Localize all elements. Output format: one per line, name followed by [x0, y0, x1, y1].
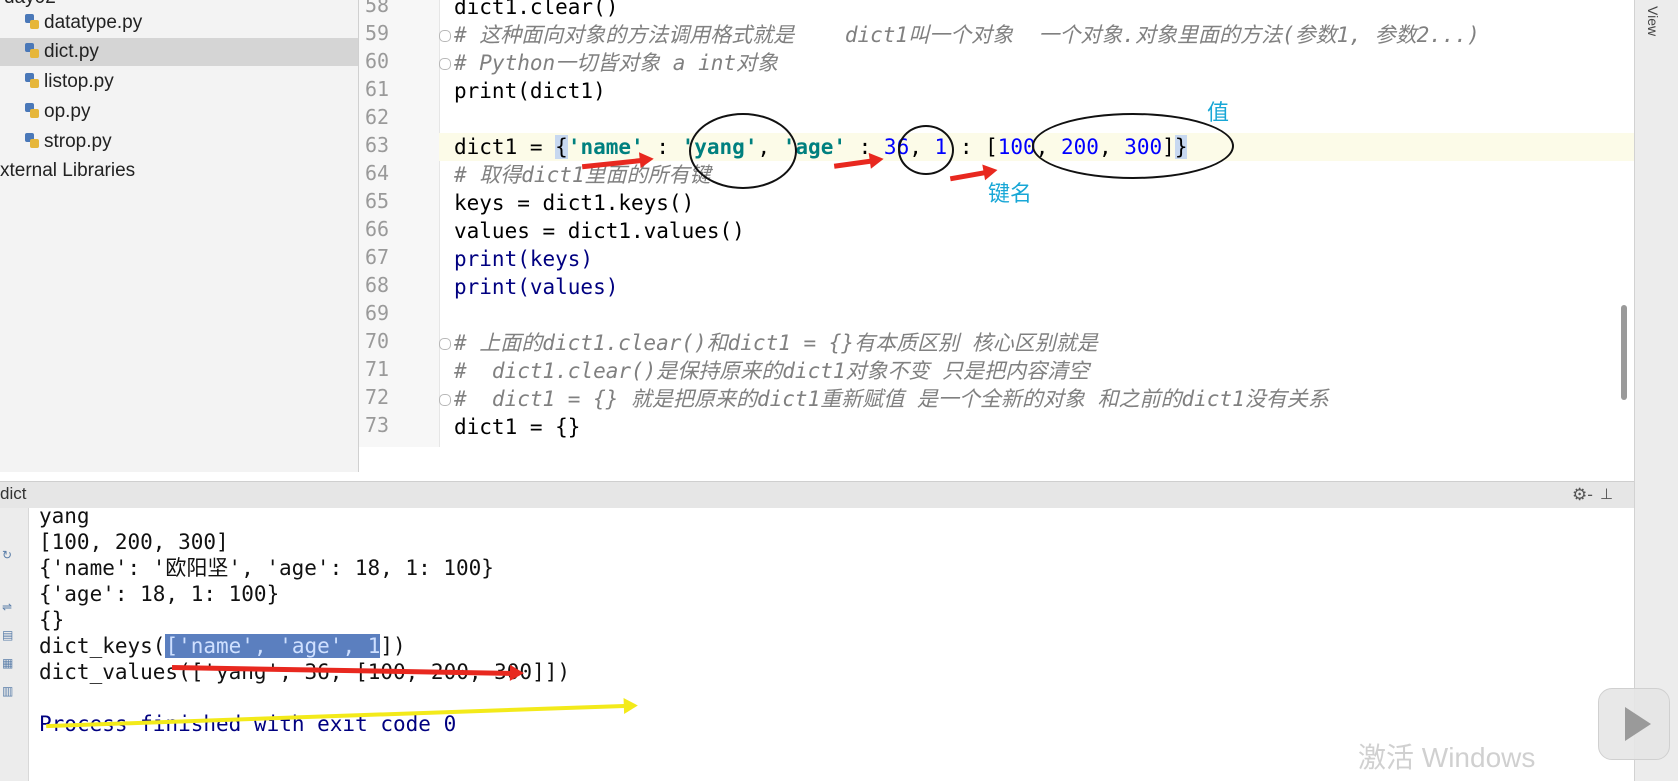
right-tool-stripe: View: [1634, 0, 1678, 781]
fold-marker[interactable]: [439, 58, 451, 70]
line-number: 70: [365, 329, 390, 353]
code-line: # Python一切皆对象 a int对象: [454, 51, 779, 75]
code-line: keys = dict1.keys(): [454, 191, 695, 215]
code-line: print(dict1): [454, 79, 606, 103]
tree-item-datatype[interactable]: datatype.py: [25, 9, 142, 37]
tree-item-label: listop.py: [44, 71, 114, 92]
rerun-icon[interactable]: ↻: [2, 548, 22, 562]
code-line: # 这种面向对象的方法调用格式就是 dict1叫一个对象 一个对象.对象里面的方…: [454, 23, 1480, 47]
line-number: 65: [365, 189, 390, 213]
line-number: 64: [365, 161, 390, 185]
console-line: yang: [39, 504, 90, 528]
python-file-icon: [25, 43, 39, 59]
fold-marker[interactable]: [439, 394, 451, 406]
python-file-icon: [25, 103, 39, 119]
code-line: # dict1 = {} 就是把原来的dict1重新赋值 是一个全新的对象 和之…: [454, 387, 1329, 411]
code-line: values = dict1.values(): [454, 219, 745, 243]
line-number: 73: [365, 413, 390, 437]
fold-marker[interactable]: [439, 338, 451, 350]
code-line: print(values): [454, 275, 619, 299]
tree-item-label: xternal Libraries: [0, 160, 136, 181]
console-line: {'age': 18, 1: 100}: [39, 582, 280, 606]
line-number: 72: [365, 385, 390, 409]
python-file-icon: [25, 73, 39, 89]
tree-item-label: dict.py: [44, 41, 99, 62]
tree-item-op[interactable]: op.py: [25, 98, 90, 126]
console-line: {'name': '欧阳坚', 'age': 18, 1: 100}: [39, 556, 494, 580]
line-number: 58: [365, 0, 390, 17]
line-number: 60: [365, 49, 390, 73]
code-editor[interactable]: 58 59 60 61 62 63 64 65 66 67 68 69 70 7…: [359, 0, 1634, 447]
console-line: [100, 200, 300]: [39, 530, 229, 554]
editor-scrollbar-thumb[interactable]: [1621, 305, 1627, 400]
annotation-ellipse-value-36: [898, 125, 954, 175]
pin-icon[interactable]: ⊥: [1600, 485, 1613, 503]
tree-folder-label: day02: [4, 0, 56, 8]
code-line: dict1 = {}: [454, 415, 581, 439]
tree-item-strop[interactable]: strop.py: [25, 128, 112, 156]
console-line-keys: dict_keys(['name', 'age', 1]): [39, 634, 406, 658]
annotation-ellipse-value-list: [1032, 113, 1234, 179]
line-number-gutter: 58 59 60 61 62 63 64 65 66 67 68 69 70 7…: [359, 0, 440, 447]
print-icon[interactable]: ▤: [2, 628, 22, 642]
project-tree-panel: day02 datatype.py dict.py listop.py op.p…: [0, 0, 359, 472]
run-toolbar: ↻ ⇌ ▤ ▦ ▥: [0, 508, 29, 781]
run-panel-header: dict ⚙- ⊥: [0, 481, 1634, 509]
tree-item-label: strop.py: [44, 131, 112, 152]
gear-icon[interactable]: ⚙-: [1572, 485, 1593, 505]
annotation-key-label: 键名: [988, 181, 1033, 206]
code-line: print(keys): [454, 247, 594, 271]
python-file-icon: [25, 133, 39, 149]
code-line: # 上面的dict1.clear()和dict1 = {}有本质区别 核心区别就…: [454, 331, 1098, 355]
line-number: 71: [365, 357, 390, 381]
line-number: 59: [365, 21, 390, 45]
tree-item-external-libraries[interactable]: xternal Libraries: [0, 157, 135, 185]
line-number: 69: [365, 301, 390, 325]
activation-watermark: 激活 Windows: [1358, 742, 1536, 773]
clear-icon[interactable]: ▦: [2, 656, 22, 670]
line-number: 61: [365, 77, 390, 101]
line-number: 62: [365, 105, 390, 129]
tree-item-dict[interactable]: dict.py: [0, 38, 358, 66]
console-line: {}: [39, 608, 65, 632]
fold-marker[interactable]: [439, 30, 451, 42]
tree-item-listop[interactable]: listop.py: [25, 68, 114, 96]
soft-wrap-icon[interactable]: ⇌: [2, 600, 22, 614]
tool-window-tab[interactable]: View: [1645, 6, 1661, 36]
video-play-button[interactable]: [1598, 688, 1670, 760]
line-number: 68: [365, 273, 390, 297]
annotation-value-label: 值: [1207, 100, 1230, 125]
python-file-icon: [25, 14, 39, 30]
tree-item-label: datatype.py: [44, 12, 143, 33]
tree-item-label: op.py: [44, 101, 91, 122]
code-line: dict1.clear(): [454, 0, 619, 19]
run-panel-title[interactable]: dict: [0, 484, 26, 504]
code-line: # dict1.clear()是保持原来的dict1对象不变 只是把内容清空: [454, 359, 1090, 383]
line-number: 67: [365, 245, 390, 269]
scroll-to-end-icon[interactable]: ▥: [2, 684, 22, 698]
line-number: 66: [365, 217, 390, 241]
annotation-ellipse-value-yang: [689, 113, 797, 189]
line-number: 63: [365, 133, 390, 157]
